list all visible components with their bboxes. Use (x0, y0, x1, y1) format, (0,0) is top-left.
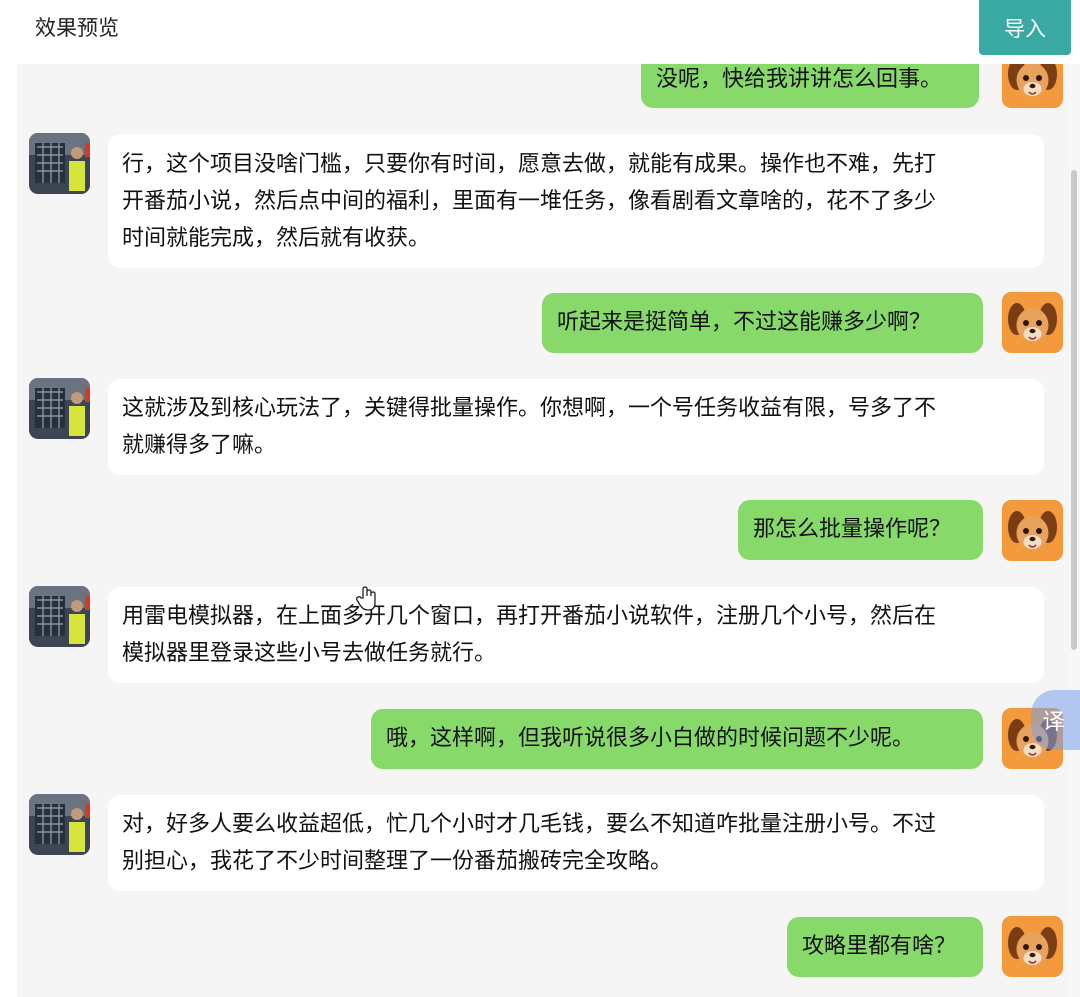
dog-avatar-icon[interactable] (1002, 500, 1063, 561)
message-text: 听起来是挺简单，不过这能赚多少啊？ (557, 310, 932, 335)
dog-avatar-icon[interactable] (1002, 916, 1063, 977)
incoming-message: 这就涉及到核心玩法了，关键得批量操作。你想啊，一个号任务收益有限，号多了不 就赚… (108, 379, 1044, 475)
bot-avatar-icon[interactable] (29, 378, 90, 439)
hand-cursor-icon (356, 586, 376, 611)
translate-button[interactable]: 译 (1031, 690, 1080, 750)
bot-avatar-icon[interactable] (29, 586, 90, 647)
message-text: 哦，这样啊，但我听说很多小白做的时候问题不少呢。 (386, 726, 915, 751)
message-text: 时间就能完成，然后就有收获。 (122, 226, 431, 251)
message-text: 对，好多人要么收益超低，忙几个小时才几毛钱，要么不知道咋批量注册小号。不过 (122, 812, 937, 837)
import-button[interactable]: 导入 (979, 0, 1071, 55)
incoming-message: 对，好多人要么收益超低，忙几个小时才几毛钱，要么不知道咋批量注册小号。不过 别担… (108, 795, 1044, 891)
outgoing-message: 听起来是挺简单，不过这能赚多少啊？ (542, 293, 983, 353)
message-text: 模拟器里登录这些小号去做任务就行。 (122, 641, 497, 666)
message-text: 行，这个项目没啥门槛，只要你有时间，愿意去做，就能有成果。操作也不难，先打 (122, 152, 937, 177)
message-text: 这就涉及到核心玩法了，关键得批量操作。你想啊，一个号任务收益有限，号多了不 (122, 396, 937, 421)
message-text: 开番茄小说，然后点中间的福利，里面有一堆任务，像看剧看文章啥的，花不了多少 (122, 189, 937, 214)
outgoing-message: 那怎么批量操作呢？ (738, 500, 983, 560)
message-text: 攻略里都有啥？ (802, 934, 957, 959)
message-text: 那怎么批量操作呢？ (753, 517, 952, 542)
page-title: 效果预览 (35, 16, 119, 40)
bot-avatar-icon[interactable] (29, 794, 90, 855)
outgoing-message: 哦，这样啊，但我听说很多小白做的时候问题不少呢。 (371, 709, 983, 769)
message-text: 用雷电模拟器，在上面多开几个窗口，再打开番茄小说软件，注册几个小号，然后在 (122, 604, 937, 629)
app-window: 效果预览 导入 没呢，快给我讲讲怎么回事。 行，这个项目没啥门槛，只要你有时间，… (0, 0, 1080, 997)
dog-avatar-icon[interactable] (1002, 292, 1063, 353)
message-text: 别担心，我花了不少时间整理了一份番茄搬砖完全攻略。 (122, 849, 673, 874)
incoming-message: 用雷电模拟器，在上面多开几个窗口，再打开番茄小说软件，注册几个小号，然后在 模拟… (108, 587, 1044, 683)
message-text: 就赚得多了嘛。 (122, 433, 277, 458)
message-text: 没呢，快给我讲讲怎么回事。 (656, 67, 943, 92)
header-bar: 效果预览 导入 (0, 0, 1080, 64)
outgoing-message: 攻略里都有啥？ (787, 917, 983, 977)
incoming-message: 行，这个项目没啥门槛，只要你有时间，愿意去做，就能有成果。操作也不难，先打 开番… (108, 134, 1044, 268)
bot-avatar-icon[interactable] (29, 133, 90, 194)
scrollbar-thumb[interactable] (1071, 170, 1077, 650)
